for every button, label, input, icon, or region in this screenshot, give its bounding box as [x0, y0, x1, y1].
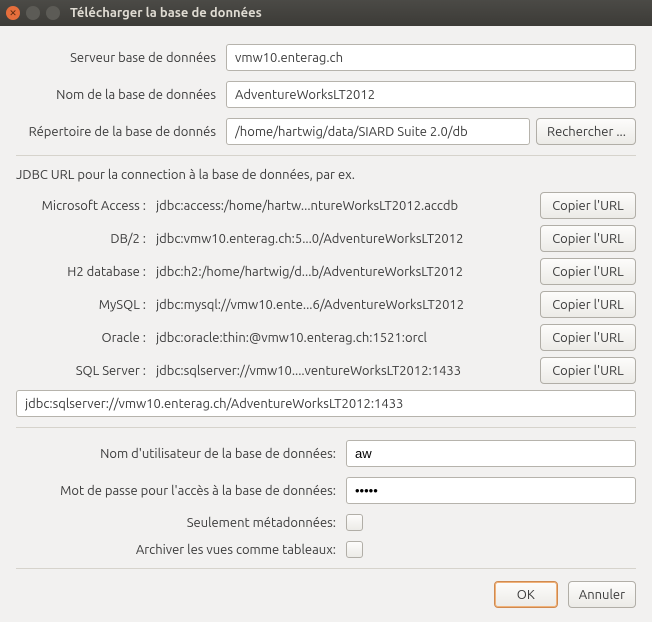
jdbc-value-mysql: jdbc:mysql://vmw10.ente...6/AdventureWor…	[156, 298, 540, 312]
separator-2	[16, 427, 636, 428]
jdbc-value-h2: jdbc:h2:/home/hartwig/d...b/AdventureWor…	[156, 265, 540, 279]
archive-views-checkbox[interactable]	[346, 541, 363, 558]
jdbc-label-h2: H2 database :	[16, 265, 156, 279]
jdbc-heading: JDBC URL pour la connection à la base de…	[16, 168, 636, 182]
archive-views-label: Archiver les vues comme tableaux:	[16, 543, 346, 557]
copy-url-button-sqlserver[interactable]: Copier l'URL	[540, 357, 636, 384]
jdbc-label-mysql: MySQL :	[16, 298, 156, 312]
separator-3	[16, 568, 636, 569]
close-icon[interactable]: ✕	[6, 6, 20, 20]
jdbc-label-oracle: Oracle :	[16, 331, 156, 345]
jdbc-url-input[interactable]	[16, 390, 636, 417]
jdbc-value-access: jdbc:access:/home/hartw...ntureWorksLT20…	[156, 199, 540, 213]
password-input[interactable]	[346, 477, 636, 504]
dialog-actions: OK Annuler	[16, 581, 636, 608]
ok-button[interactable]: OK	[494, 581, 558, 608]
metadata-only-checkbox[interactable]	[346, 514, 363, 531]
jdbc-value-oracle: jdbc:oracle:thin:@vmw10.enterag.ch:1521:…	[156, 331, 540, 345]
jdbc-value-db2: jdbc:vmw10.enterag.ch:5...0/AdventureWor…	[156, 232, 540, 246]
window-controls: ✕	[6, 6, 60, 20]
directory-label: Répertoire de la base de donnés	[16, 125, 226, 139]
username-input[interactable]	[346, 440, 636, 467]
jdbc-label-access: Microsoft Access :	[16, 199, 156, 213]
copy-url-button-h2[interactable]: Copier l'URL	[540, 258, 636, 285]
copy-url-button-db2[interactable]: Copier l'URL	[540, 225, 636, 252]
password-label: Mot de passe pour l'accès à la base de d…	[16, 484, 346, 498]
server-input[interactable]	[226, 44, 636, 71]
username-label: Nom d'utilisateur de la base de données:	[16, 447, 346, 461]
copy-url-button-oracle[interactable]: Copier l'URL	[540, 324, 636, 351]
separator	[16, 155, 636, 156]
titlebar: ✕ Télécharger la base de données	[0, 0, 652, 26]
jdbc-label-db2: DB/2 :	[16, 232, 156, 246]
minimize-icon[interactable]	[26, 6, 40, 20]
server-label: Serveur base de données	[16, 51, 226, 65]
dbname-input[interactable]	[226, 81, 636, 108]
maximize-icon[interactable]	[46, 6, 60, 20]
dbname-label: Nom de la base de données	[16, 88, 226, 102]
directory-input[interactable]	[226, 118, 530, 145]
copy-url-button-mysql[interactable]: Copier l'URL	[540, 291, 636, 318]
window-title: Télécharger la base de données	[70, 6, 262, 20]
jdbc-value-sqlserver: jdbc:sqlserver://vmw10....ventureWorksLT…	[156, 364, 540, 378]
metadata-only-label: Seulement métadonnées:	[16, 516, 346, 530]
cancel-button[interactable]: Annuler	[568, 581, 636, 608]
jdbc-label-sqlserver: SQL Server :	[16, 364, 156, 378]
dialog-content: Serveur base de données Nom de la base d…	[0, 26, 652, 622]
copy-url-button-access[interactable]: Copier l'URL	[540, 192, 636, 219]
browse-button[interactable]: Rechercher ...	[536, 118, 636, 145]
